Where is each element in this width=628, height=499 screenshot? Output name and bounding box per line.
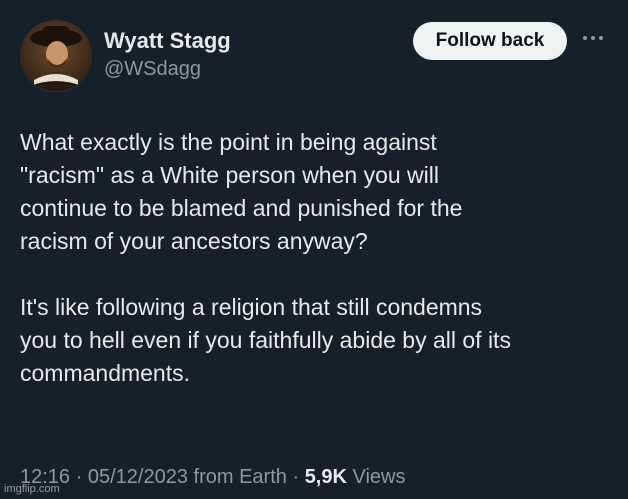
author-handle[interactable]: @WSdagg	[104, 58, 201, 81]
avatar[interactable]	[20, 20, 92, 92]
tweet-paragraph: What exactly is the point in being again…	[20, 129, 463, 254]
views-count[interactable]: 5,9K	[305, 466, 347, 488]
meta-separator: ·	[75, 466, 83, 488]
avatar-portrait-image	[20, 20, 92, 92]
tweet-paragraph: It's like following a religion that stil…	[20, 294, 511, 386]
author-display-name[interactable]: Wyatt Stagg	[104, 28, 231, 54]
more-horizontal-icon[interactable]	[582, 33, 604, 43]
tweet-source: from Earth	[193, 466, 287, 488]
tweet-meta: 12:16 · 05/12/2023 from Earth · 5,9K Vie…	[20, 466, 406, 489]
tweet-text: What exactly is the point in being again…	[20, 126, 620, 390]
tweet-card: Wyatt Stagg @WSdagg Follow back What exa…	[0, 0, 628, 499]
tweet-date[interactable]: 05/12/2023	[88, 466, 188, 488]
views-label: Views	[352, 466, 406, 488]
meta-separator: ·	[292, 466, 300, 488]
imgflip-watermark: imgflip.com	[4, 483, 60, 495]
follow-back-button[interactable]: Follow back	[413, 22, 567, 60]
